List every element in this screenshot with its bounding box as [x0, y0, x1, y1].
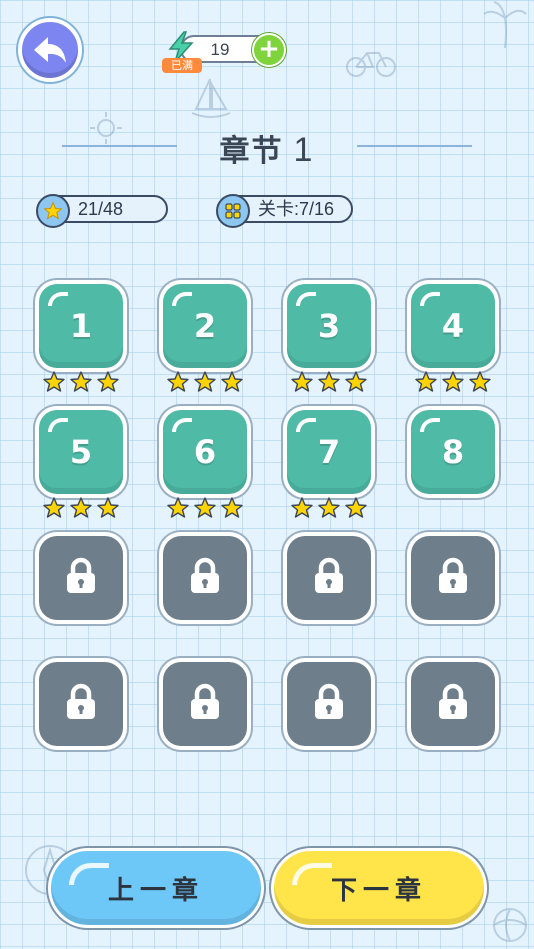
stars-progress-value: 21/48	[78, 199, 124, 219]
doodle-sailboat-icon	[191, 78, 231, 118]
star-icon	[193, 496, 217, 524]
level-stars	[407, 370, 499, 398]
level-button[interactable]	[159, 532, 251, 624]
star-icon	[69, 370, 93, 398]
lock-icon	[64, 557, 98, 599]
level-number: 4	[441, 307, 465, 345]
levels-progress: 关卡:7/16	[216, 194, 353, 228]
next-chapter-button[interactable]: 下一章	[271, 848, 487, 928]
star-icon	[290, 496, 314, 524]
chapter-title: 章节 1	[0, 126, 534, 170]
level-button[interactable]: 5	[35, 406, 127, 498]
star-icon	[317, 370, 341, 398]
stars-progress: 21/48	[36, 194, 168, 228]
lock-icon	[188, 557, 222, 599]
next-chapter-label: 下一章	[330, 875, 427, 906]
level-number: 1	[69, 307, 93, 345]
star-icon	[344, 496, 368, 524]
back-button[interactable]	[18, 18, 82, 82]
lock-icon	[436, 683, 470, 725]
star-icon	[441, 370, 465, 398]
level-button[interactable]: 2	[159, 280, 251, 372]
level-number: 8	[441, 433, 465, 471]
lock-icon	[64, 683, 98, 725]
previous-chapter-button[interactable]: 上一章	[48, 848, 264, 928]
level-button[interactable]	[283, 658, 375, 750]
lock-icon	[312, 557, 346, 599]
star-icon	[220, 370, 244, 398]
level-button[interactable]: 6	[159, 406, 251, 498]
level-number: 5	[69, 433, 93, 471]
chapter-number: 1	[293, 131, 315, 169]
level-number: 3	[317, 307, 341, 345]
level-button[interactable]	[407, 658, 499, 750]
star-icon	[96, 496, 120, 524]
add-energy-button[interactable]: +	[252, 33, 286, 67]
star-icon	[344, 370, 368, 398]
plus-icon: +	[258, 34, 280, 64]
star-icon	[69, 496, 93, 524]
level-number: 7	[317, 433, 341, 471]
star-icon	[166, 370, 190, 398]
level-button[interactable]: 4	[407, 280, 499, 372]
doodle-ball-icon	[493, 908, 527, 942]
level-stars	[35, 496, 127, 524]
level-button[interactable]: 8	[407, 406, 499, 498]
level-button[interactable]	[159, 658, 251, 750]
level-stars	[283, 496, 375, 524]
level-number: 2	[193, 307, 217, 345]
previous-chapter-label: 上一章	[107, 875, 204, 906]
lock-icon	[312, 683, 346, 725]
level-stars	[283, 370, 375, 398]
lock-icon	[436, 557, 470, 599]
chapter-label: 章节	[219, 134, 284, 169]
level-button[interactable]: 1	[35, 280, 127, 372]
level-stars	[159, 370, 251, 398]
star-icon	[193, 370, 217, 398]
star-icon	[468, 370, 492, 398]
star-icon	[166, 496, 190, 524]
star-icon	[43, 201, 63, 220]
energy-full-badge: 已满	[162, 58, 202, 73]
back-arrow-icon	[34, 37, 66, 63]
level-stars	[35, 370, 127, 398]
star-icon	[290, 370, 314, 398]
star-icon	[96, 370, 120, 398]
lock-icon	[188, 683, 222, 725]
grid-icon	[225, 203, 241, 219]
star-icon	[414, 370, 438, 398]
doodle-palm-icon	[483, 1, 527, 49]
doodle-bicycle-icon	[346, 52, 396, 77]
level-button[interactable]	[35, 532, 127, 624]
level-button[interactable]	[35, 658, 127, 750]
star-icon	[317, 496, 341, 524]
star-icon	[220, 496, 244, 524]
level-button[interactable]	[283, 532, 375, 624]
level-stars	[159, 496, 251, 524]
level-number: 6	[193, 433, 217, 471]
level-button[interactable]: 3	[283, 280, 375, 372]
star-icon	[42, 496, 66, 524]
star-icon	[42, 370, 66, 398]
levels-progress-value: 关卡:7/16	[258, 199, 335, 219]
level-button[interactable]	[407, 532, 499, 624]
level-button[interactable]: 7	[283, 406, 375, 498]
